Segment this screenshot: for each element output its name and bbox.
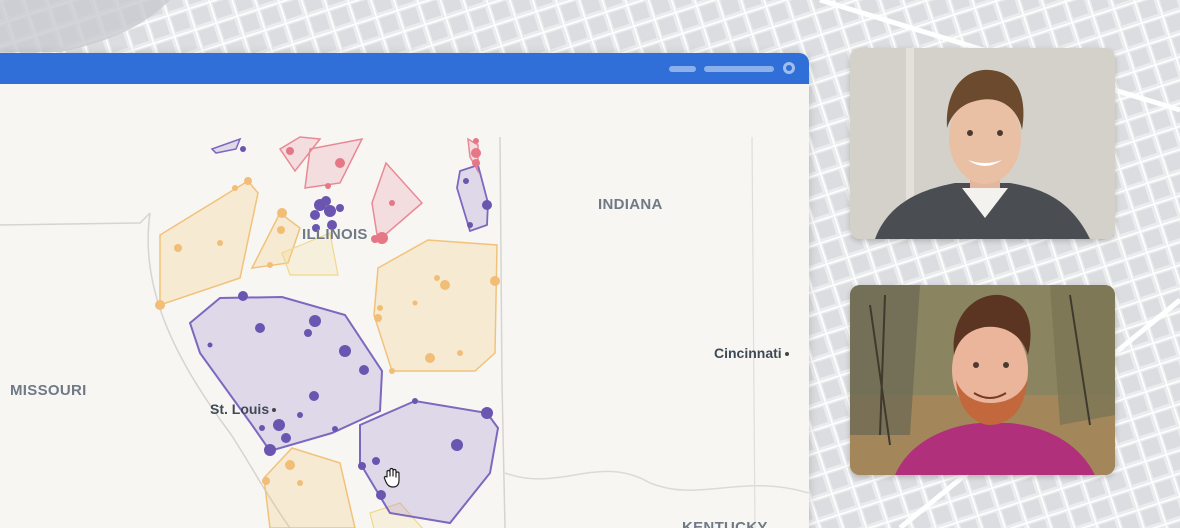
city-label-st-louis: St. Louis	[210, 401, 277, 417]
city-marker	[272, 408, 277, 413]
participant-video-2[interactable]	[850, 285, 1115, 475]
window-titlebar	[0, 53, 809, 84]
city-label-cincinnati: Cincinnati	[714, 345, 789, 361]
cluster-orange-south	[263, 447, 356, 528]
river	[504, 470, 809, 494]
state-label-indiana: INDIANA	[598, 196, 663, 213]
cluster-map[interactable]	[0, 84, 809, 528]
state-border	[751, 136, 756, 528]
grab-hand-icon	[383, 467, 400, 488]
record-dot-icon[interactable]	[783, 62, 795, 74]
cluster-purple-north	[456, 163, 489, 233]
city-name: Cincinnati	[714, 345, 782, 361]
city-name: St. Louis	[210, 401, 270, 417]
cluster-pink-3	[371, 161, 424, 243]
map-window: ILLINOIS INDIANA MISSOURI KENTUCKY St. L…	[0, 53, 809, 528]
titlebar-indicator-short	[669, 66, 696, 72]
titlebar-indicator-long	[704, 66, 774, 72]
cluster-orange-west	[159, 180, 259, 307]
cluster-purple-top	[210, 137, 242, 154]
city-marker	[784, 352, 789, 357]
cluster-purple-west	[188, 295, 384, 453]
state-label-kentucky: KENTUCKY	[682, 519, 768, 528]
participant-video-1[interactable]	[850, 48, 1115, 239]
participant-video-frame	[850, 48, 1115, 239]
state-border	[0, 212, 151, 226]
state-border	[499, 136, 506, 528]
state-label-missouri: MISSOURI	[10, 382, 87, 399]
cluster-purple-south	[359, 399, 500, 525]
participant-video-frame	[850, 285, 1115, 475]
state-label-illinois: ILLINOIS	[302, 226, 368, 243]
cluster-orange-center	[373, 239, 498, 372]
